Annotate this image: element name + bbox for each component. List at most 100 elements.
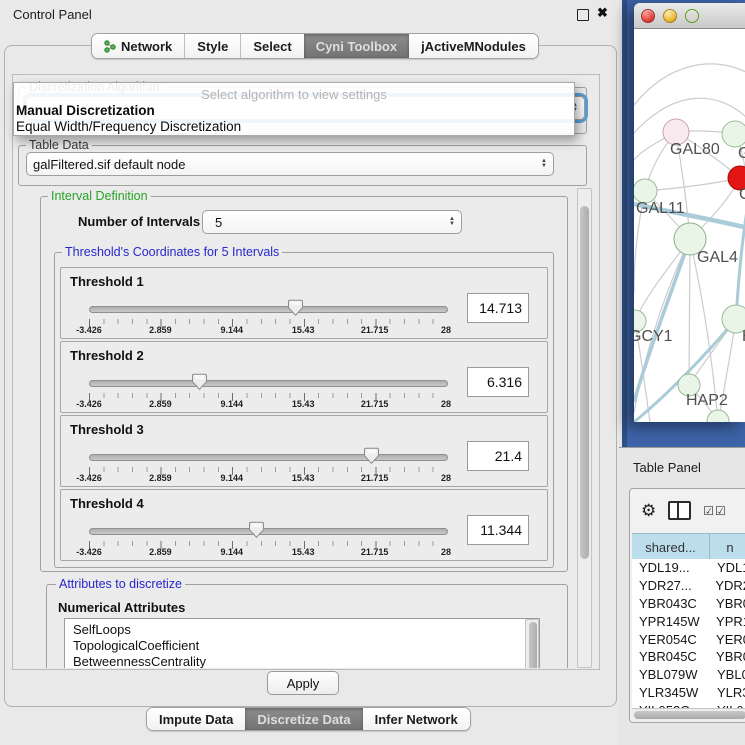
table-row[interactable]: YIL052CYIL0 <box>632 701 745 708</box>
slider-thumb[interactable] <box>288 299 303 316</box>
table-horizontal-scrollbar[interactable] <box>632 708 745 722</box>
table-row[interactable]: YLR345WYLR3 <box>632 684 745 702</box>
apply-button[interactable]: Apply <box>267 671 339 695</box>
tab-cyni-toolbox[interactable]: Cyni Toolbox <box>304 34 409 58</box>
tab-jactivemnodules-label: jActiveMNodules <box>421 39 526 54</box>
list-item[interactable]: SelfLoops <box>65 619 539 638</box>
slider-thumb[interactable] <box>192 373 207 390</box>
threshold-slider[interactable] <box>89 299 446 317</box>
threshold-value-field[interactable]: 11.344 <box>467 515 529 545</box>
table-row[interactable]: YER054CYER0 <box>632 630 745 648</box>
slider-track[interactable] <box>89 454 448 461</box>
threshold-slider[interactable] <box>89 373 446 391</box>
slider-track[interactable] <box>89 380 448 387</box>
node-label-partial-c: C <box>739 186 745 203</box>
screen: Control Panel ✖ Network Style Select Cyn… <box>0 0 745 745</box>
threshold-value-field[interactable]: 14.713 <box>467 293 529 323</box>
list-scrollbar-thumb[interactable] <box>529 622 537 668</box>
control-panel-title: Control Panel <box>13 7 92 22</box>
tab-select[interactable]: Select <box>240 34 303 58</box>
node-partial-top-right[interactable] <box>722 121 745 147</box>
network-desktop: GAL80 G C GAL11 GAL4 GCY1 H HAP2 <box>619 0 745 447</box>
tab-impute-data[interactable]: Impute Data <box>147 708 245 730</box>
threshold-value-field[interactable]: 21.4 <box>467 441 529 471</box>
table-row[interactable]: YDL19...YDL1 <box>632 559 745 577</box>
threshold-label: Threshold 4 <box>70 496 144 511</box>
numerical-attributes-label: Numerical Attributes <box>58 600 185 615</box>
dropdown-option-manual[interactable]: Manual Discretization <box>14 103 574 119</box>
node-label-partial-g: G <box>738 145 745 162</box>
threshold-label: Threshold 3 <box>70 422 144 437</box>
numerical-attributes-list[interactable]: SelfLoops TopologicalCoefficient Between… <box>64 618 540 668</box>
table-row[interactable]: YBL079WYBL0 <box>632 666 745 684</box>
number-of-intervals-label: Number of Intervals <box>78 214 200 229</box>
slider-track[interactable] <box>89 306 448 313</box>
minimize-traffic-light-icon[interactable] <box>663 9 677 23</box>
slider-thumb[interactable] <box>249 521 264 538</box>
table-row[interactable]: YBR043CYBR0 <box>632 595 745 613</box>
tab-network-label: Network <box>121 39 172 54</box>
node-bottom[interactable] <box>707 410 729 422</box>
form-scrollbar[interactable] <box>577 188 592 668</box>
table-data-combobox[interactable]: galFiltered.sif default node ▲▼ <box>26 152 554 176</box>
gear-icon[interactable]: ⚙ <box>641 501 656 521</box>
form-scrollbar-thumb[interactable] <box>580 206 589 559</box>
table-row[interactable]: YDR27...YDR2 <box>632 577 745 595</box>
checkbox-icons[interactable]: ☑☑ <box>703 504 727 518</box>
tab-select-label: Select <box>253 39 291 54</box>
network-icon <box>104 40 116 53</box>
threshold-row: Threshold 4 -3.4262.859 9.14415.43 21.71… <box>60 489 548 561</box>
control-panel: Control Panel ✖ Network Style Select Cyn… <box>0 0 620 745</box>
network-canvas[interactable]: GAL80 G C GAL11 GAL4 GCY1 H HAP2 <box>634 29 745 422</box>
tab-infer-network-label: Infer Network <box>375 712 458 727</box>
dropdown-option-equal-width[interactable]: Equal Width/Frequency Discretization <box>14 119 574 135</box>
threshold-slider[interactable] <box>89 447 446 465</box>
table-row[interactable]: YPR145WYPR1 <box>632 612 745 630</box>
node-label-gal4: GAL4 <box>697 249 738 266</box>
zoom-traffic-light-icon[interactable] <box>685 9 699 23</box>
node-label-gcy1: GCY1 <box>634 328 673 345</box>
list-scrollbar[interactable] <box>525 619 539 668</box>
columns-icon[interactable] <box>668 501 691 520</box>
tab-impute-data-label: Impute Data <box>159 712 233 727</box>
table-panel: Table Panel ⚙ ☑☑ shared... n YDL19...YDL… <box>619 447 745 745</box>
table-panel-title: Table Panel <box>633 460 701 475</box>
network-window-titlebar[interactable] <box>634 3 745 29</box>
float-window-icon[interactable] <box>577 9 589 21</box>
close-traffic-light-icon[interactable] <box>641 9 655 23</box>
dropdown-placeholder: Select algorithm to view settings <box>14 86 574 103</box>
table-horizontal-scrollbar-thumb[interactable] <box>634 711 745 719</box>
threshold-label: Threshold 1 <box>70 274 144 289</box>
threshold-row: Threshold 2 -3.4262.859 9.14415.43 21.71… <box>60 341 548 413</box>
tab-discretize-data[interactable]: Discretize Data <box>245 708 362 730</box>
threshold-row: Threshold 1 -3.4262.859 9.14415.43 21.71… <box>60 267 548 339</box>
slider-tick-labels: -3.4262.859 9.14415.43 21.71528 <box>89 325 446 337</box>
tab-style-label: Style <box>197 39 228 54</box>
slider-tick-labels: -3.4262.859 9.14415.43 21.71528 <box>89 547 446 559</box>
threshold-slider[interactable] <box>89 521 446 539</box>
threshold-label: Threshold 2 <box>70 348 144 363</box>
tab-network[interactable]: Network <box>92 34 184 58</box>
tab-infer-network[interactable]: Infer Network <box>363 708 470 730</box>
threshold-value-field[interactable]: 6.316 <box>467 367 529 397</box>
column-header-shared-name[interactable]: shared... <box>632 534 710 560</box>
threshold-row: Threshold 3 -3.4262.859 9.14415.43 21.71… <box>60 415 548 487</box>
algorithm-dropdown-popup: Select algorithm to view settings Manual… <box>13 82 575 136</box>
tab-style[interactable]: Style <box>184 34 240 58</box>
close-icon[interactable]: ✖ <box>597 5 608 21</box>
combo-arrows-icon: ▲▼ <box>541 159 547 169</box>
column-header-name[interactable]: n <box>710 534 745 560</box>
list-item[interactable]: TopologicalCoefficient <box>65 638 539 654</box>
number-of-intervals-combobox[interactable]: 5 ▲▼ <box>202 210 462 234</box>
slider-tick-labels: -3.4262.859 9.14415.43 21.71528 <box>89 473 446 485</box>
slider-track[interactable] <box>89 528 448 535</box>
table-row[interactable]: YBR045CYBR0 <box>632 648 745 666</box>
table-panel-box: ⚙ ☑☑ shared... n YDL19...YDL1 YDR27...YD… <box>629 488 745 723</box>
slider-thumb[interactable] <box>364 447 379 464</box>
list-item[interactable]: BetweennessCentrality <box>65 654 539 668</box>
network-window[interactable]: GAL80 G C GAL11 GAL4 GCY1 H HAP2 <box>634 3 745 422</box>
attributes-group-title: Attributes to discretize <box>56 577 185 591</box>
tab-cyni-toolbox-label: Cyni Toolbox <box>316 39 397 54</box>
table-header-row: shared... n <box>632 533 745 561</box>
tab-jactivemnodules[interactable]: jActiveMNodules <box>409 34 538 58</box>
